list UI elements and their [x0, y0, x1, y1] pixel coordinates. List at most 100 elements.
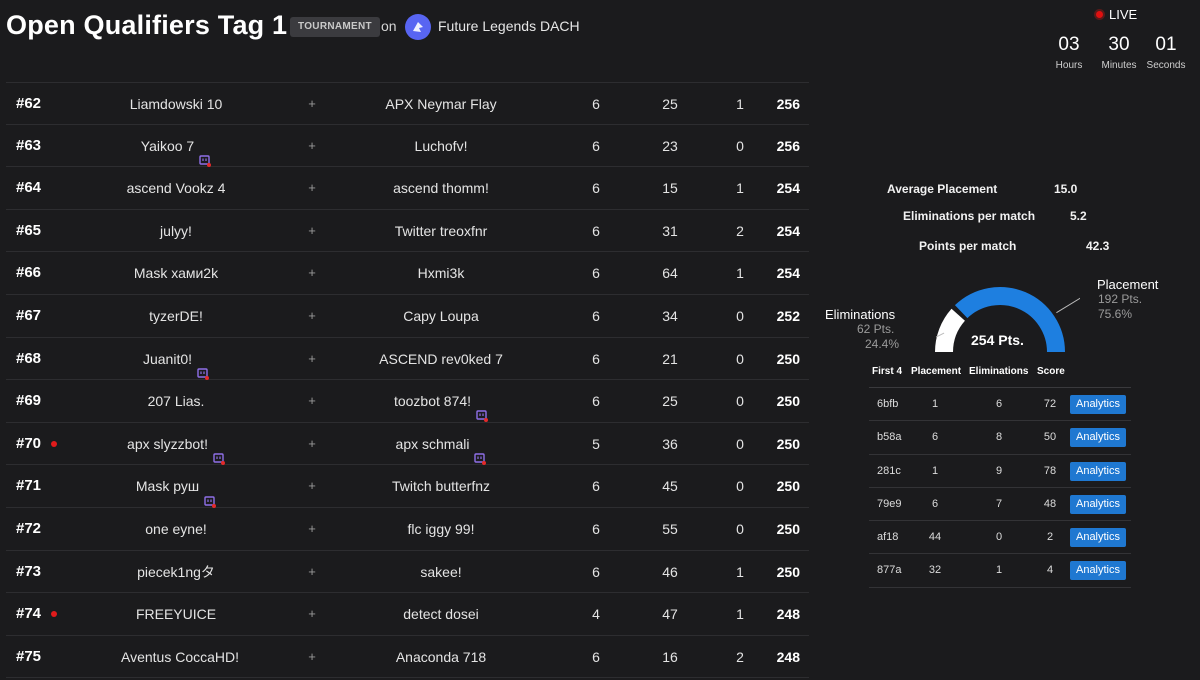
player-2[interactable]: Twitch butterfnz: [366, 465, 516, 507]
player-1-name[interactable]: Juanit0!: [143, 351, 192, 367]
player-1[interactable]: Aventus CoccaHD!: [121, 636, 239, 678]
analytics-button[interactable]: Analytics: [1070, 494, 1126, 514]
player-1-name[interactable]: tyzerDE!: [149, 308, 203, 324]
player-1[interactable]: Yaikoo 7: [121, 125, 231, 167]
player-2-name[interactable]: APX Neymar Flay: [385, 96, 496, 112]
player-2-name[interactable]: apx schmali: [396, 436, 470, 452]
twitch-icon[interactable]: [476, 396, 489, 423]
player-2-name[interactable]: toozbot 874!: [394, 393, 471, 409]
gauge-placement-percent: 75.6%: [1098, 307, 1133, 321]
twitch-icon[interactable]: [199, 141, 212, 167]
player-1-name[interactable]: Yaikoo 7: [141, 138, 194, 154]
player-2[interactable]: ascend thomm!: [366, 167, 516, 209]
player-1[interactable]: one eyne!: [121, 508, 231, 550]
player-1[interactable]: apx slyzzbot!: [121, 423, 231, 466]
player-1-name[interactable]: Aventus CoccaHD!: [121, 649, 239, 665]
organizer-link[interactable]: Future Legends DACH: [438, 18, 580, 34]
match-id: b58a: [877, 431, 902, 444]
leaderboard-row[interactable]: #66 Mask хами2k + Hxmi3k 6 64 1 254: [6, 252, 809, 295]
player-2[interactable]: sakee!: [366, 551, 516, 593]
player-2[interactable]: flc iggy 99!: [366, 508, 516, 550]
player-2-name[interactable]: Anaconda 718: [396, 649, 486, 665]
player-1-name[interactable]: FREEYUICE: [136, 606, 216, 622]
leaderboard-row[interactable]: #70 apx slyzzbot! + apx schmali 5 36 0 250: [6, 423, 809, 466]
leaderboard-row[interactable]: #74 FREEYUICE + detect dosei 4 47 1 248: [6, 593, 809, 636]
leaderboard-row[interactable]: #67 tyzerDE! + Capy Loupa 6 34 0 252: [6, 295, 809, 338]
plus-separator: +: [308, 137, 316, 153]
player-1[interactable]: Juanit0!: [121, 338, 231, 380]
leaderboard-row[interactable]: #75 Aventus CoccaHD! + Anaconda 718 6 16 2 248: [6, 636, 809, 679]
player-2[interactable]: apx schmali: [366, 423, 516, 466]
player-2-name[interactable]: flc iggy 99!: [408, 521, 475, 537]
player-2-name[interactable]: Twitter treoxfnr: [395, 223, 488, 239]
player-1[interactable]: Mask руш: [121, 465, 231, 508]
analytics-button[interactable]: Analytics: [1070, 528, 1126, 548]
elims-per-match-value: 5.2: [1070, 209, 1087, 223]
leaderboard-row[interactable]: #62 Liamdowski 10 + APX Neymar Flay 6 25 1 256: [6, 82, 809, 125]
player-1-name[interactable]: one eyne!: [145, 521, 207, 537]
twitch-icon[interactable]: [197, 354, 210, 380]
player-1[interactable]: Mask хами2k: [121, 252, 231, 294]
col-placement: Placement: [911, 366, 962, 377]
player-1[interactable]: ascend Vookz 4: [121, 167, 231, 209]
player-1-name[interactable]: piecek1ngタ: [137, 564, 215, 580]
player-2-name[interactable]: ASCEND rev0ked 7: [379, 351, 503, 367]
player-1-name[interactable]: Mask руш: [136, 478, 199, 494]
organizer-logo-icon[interactable]: [405, 14, 431, 40]
player-2-name[interactable]: Capy Loupa: [403, 308, 479, 324]
player-1-name[interactable]: julyy!: [160, 223, 192, 239]
matches-played: 6: [592, 563, 600, 580]
leaderboard-row[interactable]: #73 piecek1ngタ + sakee! 6 46 1 250: [6, 551, 809, 594]
player-2[interactable]: Luchofv!: [366, 125, 516, 167]
twitch-icon[interactable]: [213, 439, 225, 466]
player-2-name[interactable]: detect dosei: [403, 606, 479, 622]
player-1[interactable]: 207 Lias.: [121, 380, 231, 422]
match-score: 48: [1043, 497, 1057, 510]
leaderboard-row[interactable]: #69 207 Lias. + toozbot 874! 6 25 0 250: [6, 380, 809, 423]
player-1[interactable]: Liamdowski 10: [121, 83, 231, 125]
player-1-name[interactable]: apx slyzzbot!: [127, 436, 208, 452]
twitch-icon[interactable]: [204, 482, 217, 508]
player-2-name[interactable]: sakee!: [420, 564, 461, 580]
player-2-name[interactable]: Hxmi3k: [418, 265, 465, 281]
player-2[interactable]: ASCEND rev0ked 7: [366, 338, 516, 380]
player-2[interactable]: Hxmi3k: [366, 252, 516, 294]
player-2[interactable]: Anaconda 718: [366, 636, 516, 678]
player-1-name[interactable]: Mask хами2k: [134, 265, 218, 281]
player-2[interactable]: Twitter treoxfnr: [366, 210, 516, 252]
eliminations-value: 1: [736, 606, 744, 623]
plus-separator: +: [308, 307, 316, 323]
leaderboard-row[interactable]: #72 one eyne! + flc iggy 99! 6 55 0 250: [6, 508, 809, 551]
player-1[interactable]: julyy!: [121, 210, 231, 252]
analytics-button[interactable]: Analytics: [1070, 461, 1126, 481]
placement-value: 36: [662, 435, 678, 452]
player-1[interactable]: tyzerDE!: [121, 295, 231, 337]
player-2[interactable]: toozbot 874!: [366, 380, 516, 423]
player-2[interactable]: detect dosei: [366, 593, 516, 635]
leaderboard-row[interactable]: #71 Mask руш + Twitch butterfnz 6 45 0 250: [6, 465, 809, 508]
player-1-name[interactable]: ascend Vookz 4: [127, 180, 226, 196]
player-2[interactable]: Capy Loupa: [366, 295, 516, 337]
match-id: 79e9: [877, 497, 902, 510]
player-2[interactable]: APX Neymar Flay: [366, 83, 516, 125]
twitch-icon[interactable]: [474, 439, 487, 466]
analytics-button[interactable]: Analytics: [1070, 428, 1126, 448]
player-2-name[interactable]: Twitch butterfnz: [392, 478, 490, 494]
matches-played: 5: [592, 435, 600, 452]
leaderboard-row[interactable]: #68 Juanit0! + ASCEND rev0ked 7 6 21 0 250: [6, 338, 809, 381]
player-1-name[interactable]: Liamdowski 10: [130, 96, 223, 112]
player-1[interactable]: FREEYUICE: [121, 593, 231, 635]
player-1[interactable]: piecek1ngタ: [121, 551, 231, 593]
leaderboard-row[interactable]: #63 Yaikoo 7 + Luchofv! 6 23 0 256: [6, 125, 809, 168]
leaderboard-row[interactable]: #65 julyy! + Twitter treoxfnr 6 31 2 254: [6, 210, 809, 253]
analytics-button[interactable]: Analytics: [1070, 561, 1126, 581]
analytics-button[interactable]: Analytics: [1070, 395, 1126, 414]
total-points: 254: [776, 222, 800, 239]
player-2-name[interactable]: ascend thomm!: [393, 180, 489, 196]
player-2-name[interactable]: Luchofv!: [415, 138, 468, 154]
placement-value: 47: [662, 606, 678, 623]
gauge-total: 254 Pts.: [971, 332, 1024, 348]
player-1-name[interactable]: 207 Lias.: [148, 393, 205, 409]
leaderboard-row[interactable]: #64 ascend Vookz 4 + ascend thomm! 6 15 1 254: [6, 167, 809, 210]
total-points: 250: [776, 435, 800, 452]
